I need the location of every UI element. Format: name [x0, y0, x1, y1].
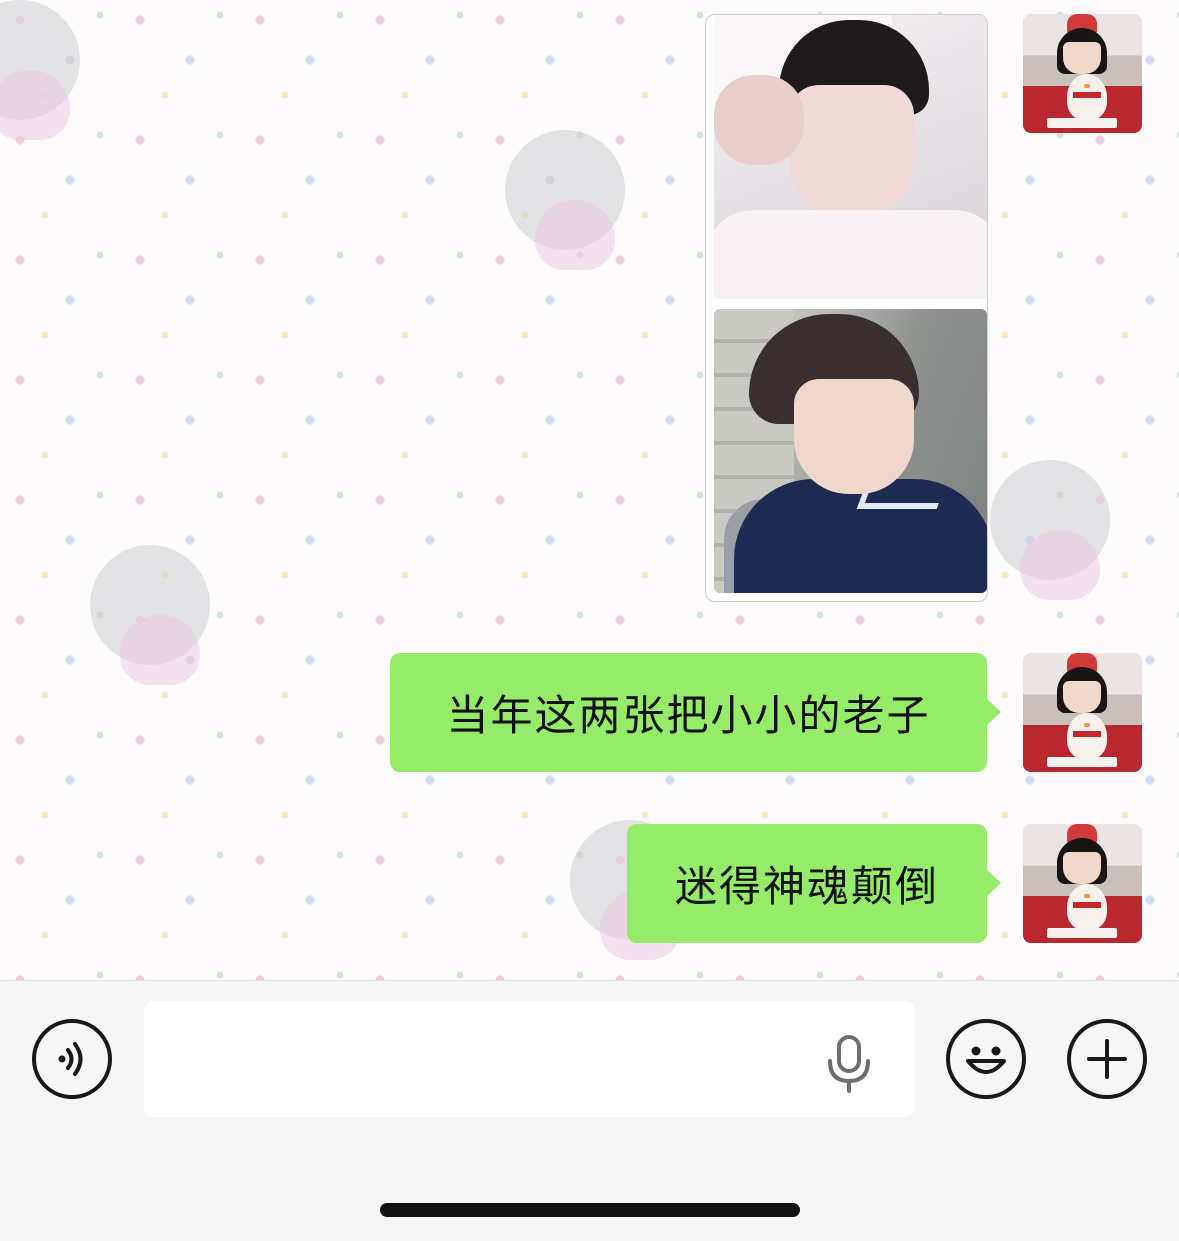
home-indicator[interactable]	[380, 1203, 800, 1217]
avatar-face	[1063, 42, 1101, 74]
user-avatar[interactable]	[1023, 653, 1142, 772]
photo-face	[789, 85, 914, 220]
image-message[interactable]	[705, 14, 988, 602]
avatar-plate	[1047, 928, 1117, 938]
chat-background	[0, 0, 1179, 980]
photo-face	[794, 379, 914, 494]
avatar-plate	[1047, 118, 1117, 128]
elephant-wallpaper-decoration	[505, 130, 625, 270]
smiley-icon	[966, 1046, 1006, 1074]
emoji-button[interactable]	[946, 1019, 1026, 1099]
message-text: 当年这两张把小小的老子	[446, 691, 931, 740]
photo-hand	[714, 75, 804, 165]
elephant-wallpaper-decoration	[0, 0, 80, 140]
voice-toggle-button[interactable]	[32, 1019, 112, 1099]
avatar-snowman	[1067, 884, 1107, 930]
avatar-plate	[1047, 757, 1117, 767]
message-text: 迷得神魂颠倒	[674, 862, 939, 911]
avatar-snowman	[1067, 74, 1107, 120]
avatar-face	[1063, 681, 1101, 713]
microphone-icon[interactable]	[820, 1031, 878, 1095]
photo-2[interactable]	[714, 309, 987, 593]
voice-icon	[58, 1042, 83, 1076]
message-bubble[interactable]: 当年这两张把小小的老子	[390, 653, 1001, 772]
message-input[interactable]	[144, 1001, 915, 1117]
elephant-wallpaper-decoration	[90, 545, 210, 685]
photo-pillow	[714, 210, 987, 299]
avatar-face	[1063, 852, 1101, 884]
input-bar	[0, 980, 1179, 1241]
plus-icon	[1087, 1039, 1127, 1079]
message-bubble[interactable]: 迷得神魂颠倒	[627, 824, 1001, 943]
user-avatar[interactable]	[1023, 14, 1142, 133]
user-avatar[interactable]	[1023, 824, 1142, 943]
elephant-wallpaper-decoration	[990, 460, 1110, 600]
more-button[interactable]	[1067, 1019, 1147, 1099]
photo-1[interactable]	[714, 15, 987, 299]
avatar-snowman	[1067, 713, 1107, 759]
